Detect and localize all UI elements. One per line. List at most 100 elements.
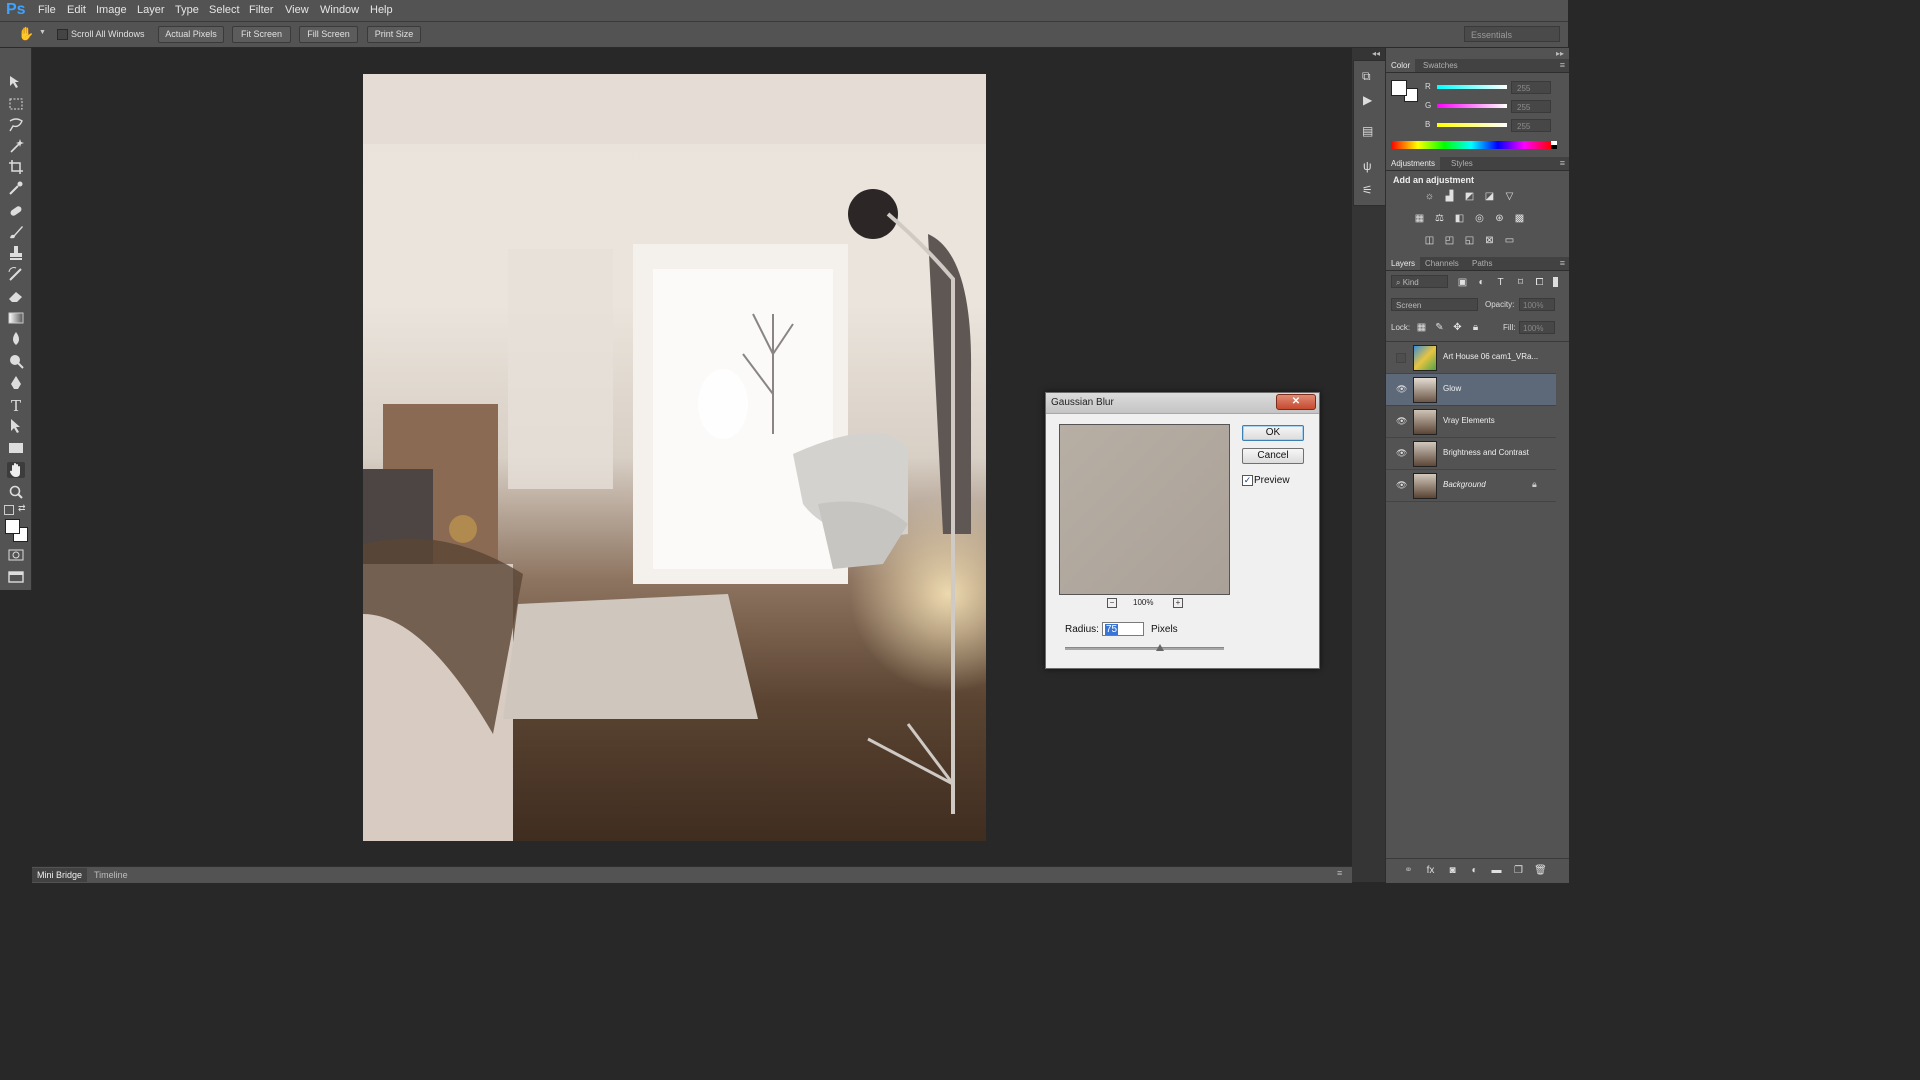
new-layer-icon[interactable]: ❐ bbox=[1512, 865, 1525, 876]
eye-icon[interactable]: 👁︎ bbox=[1396, 480, 1407, 491]
pen-icon[interactable] bbox=[7, 375, 25, 391]
tab-adjustments[interactable]: Adjustments bbox=[1386, 157, 1441, 170]
blend-mode-select[interactable]: Screen bbox=[1391, 298, 1478, 311]
selective-color-icon[interactable]: ⊠ bbox=[1483, 235, 1496, 246]
levels-icon[interactable]: ▟ bbox=[1443, 191, 1456, 202]
screen-mode-icon[interactable] bbox=[7, 569, 25, 585]
lock-position-icon[interactable]: ✥ bbox=[1451, 322, 1464, 333]
swap-colors-icon[interactable]: ⇄ bbox=[18, 503, 26, 514]
tab-layers[interactable]: Layers bbox=[1386, 257, 1421, 270]
crop-icon[interactable] bbox=[7, 159, 25, 175]
brush-presets-panel-icon[interactable]: ψ bbox=[1363, 159, 1372, 173]
layer-row[interactable]: 👁︎ Vray Elements bbox=[1386, 406, 1556, 438]
layer-row[interactable]: 👁︎ Glow bbox=[1386, 374, 1556, 406]
filter-adjustment-icon[interactable]: ◐ bbox=[1475, 277, 1488, 288]
menu-help[interactable]: Help bbox=[370, 4, 393, 16]
healing-brush-icon[interactable] bbox=[7, 203, 25, 219]
menu-layer[interactable]: Layer bbox=[137, 4, 165, 16]
brightness-contrast-icon[interactable]: ☼ bbox=[1423, 191, 1436, 202]
tab-timeline[interactable]: Timeline bbox=[89, 868, 133, 882]
history-panel-icon[interactable]: ⧉ bbox=[1362, 69, 1371, 84]
black-swatch[interactable] bbox=[1551, 145, 1557, 149]
quick-mask-icon[interactable] bbox=[7, 547, 25, 563]
document-image[interactable] bbox=[363, 74, 986, 841]
hand-tool-preset-icon[interactable]: ✋ bbox=[18, 26, 34, 42]
default-colors-icon[interactable] bbox=[4, 505, 14, 515]
layer-row[interactable]: 👁︎ Background 🔒︎ bbox=[1386, 470, 1556, 502]
zoom-out-icon[interactable]: − bbox=[1107, 598, 1117, 608]
menu-image[interactable]: Image bbox=[96, 4, 127, 16]
cancel-button[interactable]: Cancel bbox=[1242, 448, 1304, 464]
print-size-button[interactable]: Print Size bbox=[367, 26, 421, 43]
menu-type[interactable]: Type bbox=[175, 4, 199, 16]
link-layers-icon[interactable]: ⚭ bbox=[1402, 865, 1415, 876]
tab-styles[interactable]: Styles bbox=[1446, 157, 1478, 170]
layer-style-icon[interactable]: fx bbox=[1424, 865, 1437, 876]
dodge-icon[interactable] bbox=[7, 353, 25, 369]
menu-view[interactable]: View bbox=[285, 4, 309, 16]
marquee-icon[interactable] bbox=[7, 96, 25, 112]
threshold-icon[interactable]: ◱ bbox=[1463, 235, 1476, 246]
color-balance-icon[interactable]: ⚖ bbox=[1433, 213, 1446, 224]
blue-value-field[interactable]: 255 bbox=[1511, 119, 1551, 132]
new-adjustment-layer-icon[interactable]: ◐ bbox=[1468, 865, 1481, 876]
color-spectrum-bar[interactable] bbox=[1391, 141, 1551, 149]
layer-row[interactable]: 👁︎ Brightness and Contrast bbox=[1386, 438, 1556, 470]
eye-icon[interactable]: 👁︎ bbox=[1396, 448, 1407, 459]
red-value-field[interactable]: 255 bbox=[1511, 81, 1551, 94]
tab-color[interactable]: Color bbox=[1386, 59, 1416, 72]
filter-toggle[interactable] bbox=[1553, 277, 1558, 287]
tab-mini-bridge[interactable]: Mini Bridge bbox=[32, 868, 88, 882]
vibrance-icon[interactable]: ▽ bbox=[1503, 191, 1516, 202]
filter-pixel-icon[interactable]: ▣ bbox=[1456, 277, 1469, 288]
magic-wand-icon[interactable] bbox=[7, 138, 25, 154]
actions-panel-icon[interactable]: ▶ bbox=[1363, 93, 1372, 107]
radius-slider-track[interactable] bbox=[1065, 647, 1224, 650]
layer-row[interactable]: Art House 06 cam1_VRa... bbox=[1386, 342, 1556, 374]
panel-menu-icon[interactable]: ≡ bbox=[1560, 257, 1565, 270]
collapse-arrows-icon[interactable]: ◂◂ bbox=[1372, 49, 1380, 58]
dialog-titlebar[interactable]: Gaussian Blur ✕ bbox=[1046, 393, 1319, 414]
eyedropper-icon[interactable] bbox=[7, 180, 25, 196]
fill-screen-button[interactable]: Fill Screen bbox=[299, 26, 358, 43]
hue-saturation-icon[interactable]: ▦ bbox=[1413, 213, 1426, 224]
eye-icon[interactable]: 👁︎ bbox=[1396, 416, 1407, 427]
panel-menu-icon[interactable]: ≡ bbox=[1337, 868, 1342, 878]
history-brush-icon[interactable] bbox=[7, 266, 25, 282]
green-slider[interactable] bbox=[1437, 104, 1507, 108]
curves-icon[interactable]: ◩ bbox=[1463, 191, 1476, 202]
move-icon[interactable] bbox=[7, 74, 25, 90]
filter-kind-select[interactable]: ⌕ Kind bbox=[1391, 275, 1448, 288]
blue-slider[interactable] bbox=[1437, 123, 1507, 127]
tab-paths[interactable]: Paths bbox=[1467, 257, 1497, 270]
color-lookup-icon[interactable]: ▩ bbox=[1513, 213, 1526, 224]
photo-filter-icon[interactable]: ◎ bbox=[1473, 213, 1486, 224]
gradient-icon[interactable] bbox=[7, 310, 25, 326]
tool-presets-panel-icon[interactable]: ⚟ bbox=[1362, 183, 1373, 197]
layer-mask-icon[interactable]: ◙ bbox=[1446, 865, 1459, 876]
invert-icon[interactable]: ◫ bbox=[1423, 235, 1436, 246]
filter-type-icon[interactable]: T bbox=[1494, 277, 1507, 288]
scroll-all-windows-checkbox[interactable] bbox=[57, 29, 68, 40]
blur-preview[interactable] bbox=[1059, 424, 1230, 595]
menu-select[interactable]: Select bbox=[209, 4, 240, 16]
lock-transparent-pixels-icon[interactable]: ▦ bbox=[1415, 322, 1428, 333]
workspace-select[interactable]: Essentials bbox=[1464, 26, 1560, 42]
tab-channels[interactable]: Channels bbox=[1420, 257, 1464, 270]
shape-icon[interactable] bbox=[7, 440, 25, 456]
lock-all-icon[interactable]: 🔒︎ bbox=[1469, 322, 1482, 333]
clone-stamp-icon[interactable] bbox=[7, 245, 25, 261]
brush-icon[interactable] bbox=[7, 224, 25, 240]
opacity-field[interactable]: 100% bbox=[1519, 298, 1555, 311]
chevron-down-icon[interactable]: ▼ bbox=[39, 29, 46, 36]
tab-swatches[interactable]: Swatches bbox=[1418, 59, 1463, 72]
radius-slider-thumb[interactable] bbox=[1156, 644, 1165, 651]
gradient-map-icon[interactable]: ▭ bbox=[1503, 235, 1516, 246]
lasso-icon[interactable] bbox=[7, 117, 25, 133]
posterize-icon[interactable]: ◰ bbox=[1443, 235, 1456, 246]
delete-layer-icon[interactable]: 🗑︎ bbox=[1534, 865, 1547, 876]
foreground-color-swatch[interactable] bbox=[5, 519, 20, 534]
filter-smart-object-icon[interactable]: ⧠ bbox=[1533, 277, 1546, 288]
ok-button[interactable]: OK bbox=[1242, 425, 1304, 441]
path-selection-icon[interactable] bbox=[7, 418, 25, 434]
